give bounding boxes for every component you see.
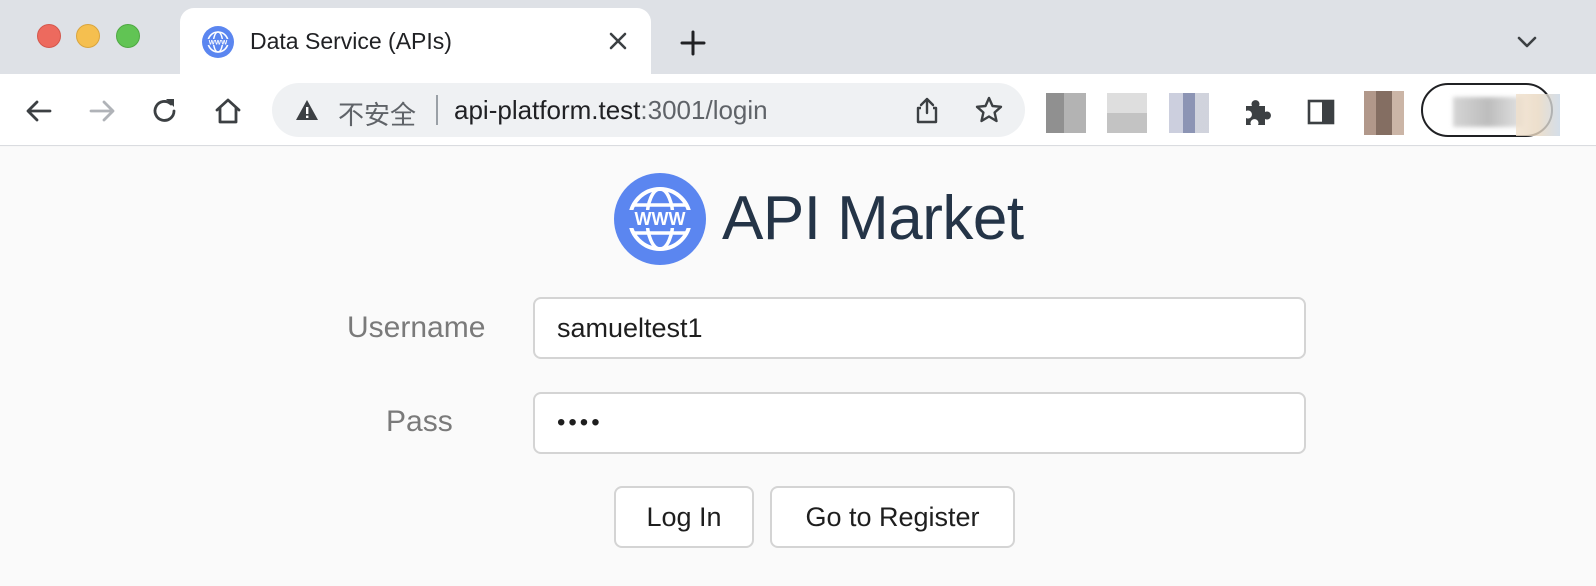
login-page: WWW API Market Username Pass Log In Go t… (0, 147, 1596, 586)
svg-text:WWW: WWW (635, 209, 686, 229)
home-icon (215, 98, 241, 124)
extension-icon-3[interactable] (1169, 93, 1209, 133)
minimize-window-button[interactable] (76, 24, 100, 48)
back-button[interactable] (19, 91, 59, 131)
share-icon[interactable] (912, 95, 942, 125)
reload-icon (153, 99, 176, 122)
url-host: api-platform.test (454, 95, 641, 125)
browser-toolbar: 不安全 api-platform.test:3001/login (0, 74, 1596, 146)
url-text[interactable]: api-platform.test:3001/login (454, 95, 768, 126)
star-icon[interactable] (973, 94, 1005, 126)
menu-icon-blurred[interactable] (1516, 94, 1560, 136)
back-arrow-icon (26, 100, 52, 122)
plus-icon[interactable] (676, 26, 710, 60)
warning-icon[interactable] (294, 97, 320, 123)
extension-icon-1[interactable] (1046, 93, 1086, 133)
pass-label: Pass (386, 405, 453, 438)
login-button[interactable]: Log In (614, 486, 754, 548)
reload-button[interactable] (145, 91, 185, 131)
address-bar[interactable]: 不安全 api-platform.test:3001/login (272, 83, 1025, 137)
side-panel-icon[interactable] (1305, 96, 1337, 128)
url-path: :3001/login (640, 95, 768, 125)
close-window-button[interactable] (37, 24, 61, 48)
extension-icon-2[interactable] (1107, 93, 1147, 133)
tab-strip: WWW Data Service (APIs) (0, 0, 1596, 74)
home-button[interactable] (208, 91, 248, 131)
forward-arrow-icon (89, 100, 115, 122)
page-title: API Market (722, 184, 1024, 253)
security-label[interactable]: 不安全 (338, 95, 416, 132)
profile-name-blurred (1453, 97, 1523, 127)
globe-www-icon: WWW (614, 173, 706, 265)
tab-title: Data Service (APIs) (250, 28, 452, 54)
puzzle-icon[interactable] (1240, 96, 1274, 130)
omnibox-divider (436, 95, 438, 125)
password-input[interactable] (533, 392, 1306, 454)
close-tab-icon[interactable] (605, 28, 631, 54)
maximize-window-button[interactable] (116, 24, 140, 48)
username-label: Username (347, 311, 486, 344)
extension-icon-4[interactable] (1364, 91, 1404, 135)
forward-button[interactable] (82, 91, 122, 131)
chevron-down-icon[interactable] (1512, 30, 1542, 54)
active-tab[interactable]: WWW Data Service (APIs) (180, 8, 651, 74)
go-to-register-button[interactable]: Go to Register (770, 486, 1015, 548)
username-input[interactable] (533, 297, 1306, 359)
globe-www-icon: WWW (202, 26, 234, 58)
svg-text:WWW: WWW (209, 40, 228, 47)
